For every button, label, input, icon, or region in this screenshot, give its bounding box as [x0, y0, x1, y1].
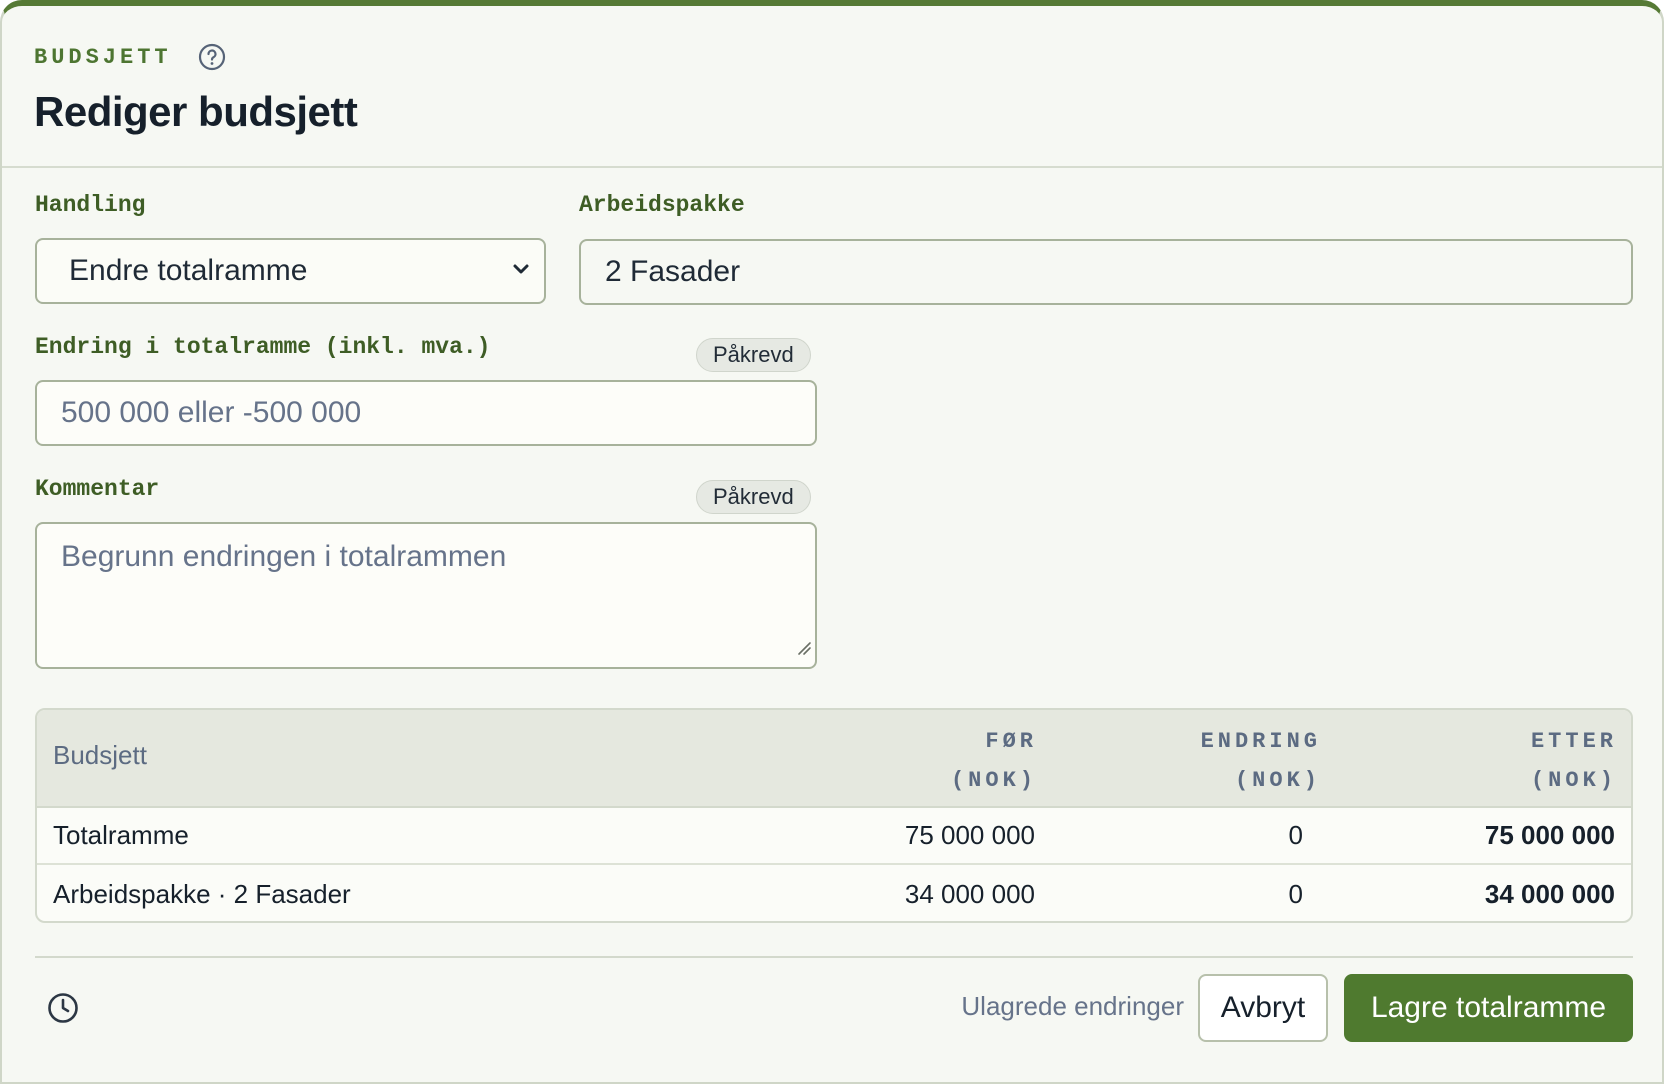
change-label: Endring i totalramme (inkl. mva.)	[35, 334, 491, 360]
column-header-after: ETTER (NOK)	[1531, 722, 1617, 800]
action-select[interactable]: Endre totalramme	[35, 238, 546, 304]
row-name: Arbeidspakke · 2 Fasader	[53, 879, 351, 909]
column-header-before-title: FØR	[985, 729, 1037, 754]
comment-placeholder: Begrunn endringen i totalrammen	[61, 540, 507, 573]
budget-table: Budsjett FØR (NOK) ENDRING (NOK) ETTER (…	[35, 708, 1633, 923]
work-package-label: Arbeidspakke	[579, 192, 745, 218]
comment-label: Kommentar	[35, 476, 160, 502]
action-select-value: Endre totalramme	[69, 254, 308, 287]
row-after: 34 000 000	[1484, 879, 1615, 909]
row-after: 75 000 000	[1484, 820, 1615, 850]
row-before: 34 000 000	[904, 879, 1035, 909]
edit-budget-panel: BUDSJETT Rediger budsjett Handling Endre…	[0, 0, 1664, 1084]
page-title: Rediger budsjett	[34, 88, 358, 135]
column-header-before: FØR (NOK)	[951, 722, 1037, 800]
column-header-budget: Budsjett	[53, 740, 147, 770]
clock-icon[interactable]	[46, 991, 80, 1030]
column-header-before-unit: (NOK)	[950, 768, 1037, 793]
unsaved-status: Ulagrede endringer	[961, 991, 1184, 1021]
eyebrow-label: BUDSJETT	[34, 44, 172, 70]
footer-divider	[35, 956, 1633, 958]
required-badge: Påkrevd	[696, 480, 811, 514]
change-amount-input[interactable]: 500 000 eller -500 000	[35, 380, 817, 446]
eyebrow-row: BUDSJETT	[34, 40, 1630, 74]
help-circle-icon[interactable]	[198, 43, 226, 71]
work-package-value: 2 Fasader	[605, 255, 741, 288]
panel-header: BUDSJETT Rediger budsjett	[2, 6, 1662, 168]
column-header-change-unit: (NOK)	[1234, 768, 1321, 793]
cancel-button[interactable]: Avbryt	[1198, 974, 1328, 1042]
table-row: Totalramme 75 000 000 0 75 000 000	[37, 808, 1631, 865]
table-row: Arbeidspakke · 2 Fasader 34 000 000 0 34…	[37, 867, 1631, 921]
column-header-after-unit: (NOK)	[1530, 768, 1617, 793]
table-header: Budsjett FØR (NOK) ENDRING (NOK) ETTER (…	[37, 710, 1631, 808]
column-header-change: ENDRING (NOK)	[1201, 722, 1321, 800]
chevron-down-icon	[510, 254, 532, 288]
row-name: Totalramme	[53, 820, 189, 850]
resize-grip-icon[interactable]	[796, 630, 812, 664]
required-badge: Påkrevd	[696, 338, 811, 372]
comment-textarea[interactable]: Begrunn endringen i totalrammen	[35, 522, 817, 669]
row-before: 75 000 000	[904, 820, 1035, 850]
action-label: Handling	[35, 192, 146, 218]
column-header-change-title: ENDRING	[1200, 729, 1321, 754]
change-amount-placeholder: 500 000 eller -500 000	[61, 396, 362, 429]
save-budget-button[interactable]: Lagre totalramme	[1344, 974, 1633, 1042]
work-package-field[interactable]: 2 Fasader	[579, 239, 1633, 305]
row-change: 0	[1288, 820, 1303, 850]
row-change: 0	[1288, 879, 1303, 909]
column-header-after-title: ETTER	[1530, 729, 1617, 754]
